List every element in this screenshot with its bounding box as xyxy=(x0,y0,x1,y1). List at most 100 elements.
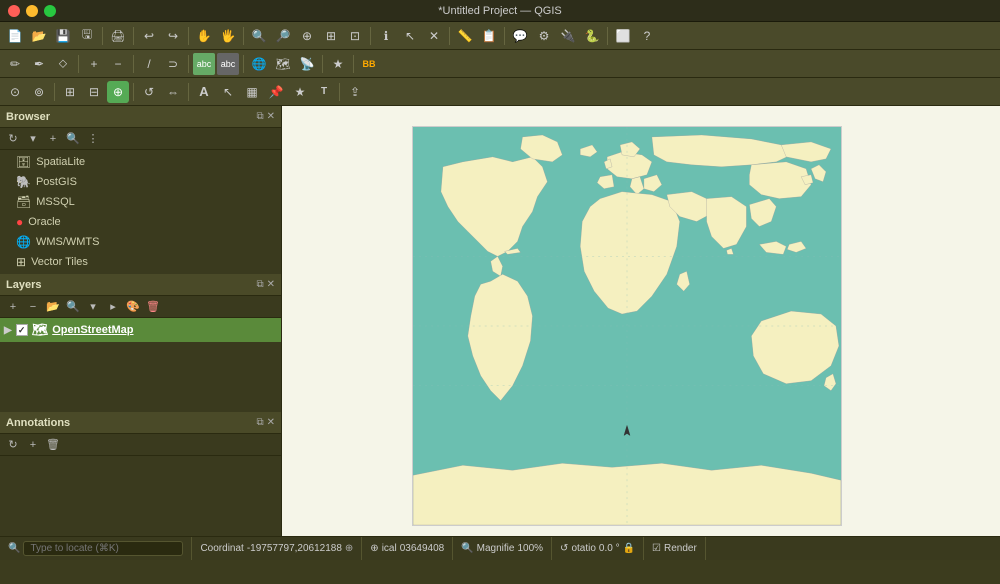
browser-item-mssql[interactable]: 🗃 MSSQL xyxy=(0,192,281,212)
close-button[interactable] xyxy=(8,5,20,17)
open-project-button[interactable]: 📂 xyxy=(28,25,50,47)
pan-button[interactable]: ✋ xyxy=(193,25,215,47)
layers-float-button[interactable]: ⧉ xyxy=(256,279,263,290)
wms-button[interactable]: 🌐 xyxy=(248,53,270,75)
map-area[interactable] xyxy=(282,106,1000,536)
snap4-button[interactable]: ⊟ xyxy=(83,81,105,103)
print-button[interactable]: 🖨 xyxy=(107,25,129,47)
new-project-button[interactable]: 📄 xyxy=(4,25,26,47)
snap3-button[interactable]: ⊞ xyxy=(59,81,81,103)
label-button[interactable]: abc xyxy=(193,53,215,75)
map-tips-button[interactable]: 💬 xyxy=(509,25,531,47)
layers-open-button[interactable]: 📂 xyxy=(44,298,62,316)
browser-item-oracle[interactable]: ● Oracle xyxy=(0,212,281,232)
zoom-out-button[interactable]: 🔎 xyxy=(272,25,294,47)
browser-collapse-button[interactable]: ▾ xyxy=(24,130,42,148)
render-checkbox[interactable]: ☑ xyxy=(652,543,661,554)
zoom-full-button[interactable]: ⊕ xyxy=(296,25,318,47)
delete-feature-button[interactable]: − xyxy=(107,53,129,75)
browser-add-button[interactable]: + xyxy=(44,130,62,148)
annotations-add-button[interactable]: + xyxy=(24,436,42,454)
annotations-toolbar: ↻ + 🗑 xyxy=(0,434,281,456)
measure-button[interactable]: 📏 xyxy=(454,25,476,47)
pin-button[interactable]: 📌 xyxy=(265,81,287,103)
add-feature-button[interactable]: + xyxy=(83,53,105,75)
separator xyxy=(504,27,505,45)
layer-openstreetmap[interactable]: ▶ ✓ 🗺 OpenStreetMap xyxy=(0,318,281,342)
coordinate-copy-icon[interactable]: ⊕ xyxy=(345,543,353,554)
minimize-button[interactable] xyxy=(26,5,38,17)
attributes-button[interactable]: 📋 xyxy=(478,25,500,47)
snap1-button[interactable]: ⊙ xyxy=(4,81,26,103)
browser-filter-button[interactable]: 🔍 xyxy=(64,130,82,148)
zoom-layer-button[interactable]: ⊡ xyxy=(344,25,366,47)
wcs-button[interactable]: 📡 xyxy=(296,53,318,75)
zoom-selection-button[interactable]: ⊞ xyxy=(320,25,342,47)
undo-button[interactable]: ↩ xyxy=(138,25,160,47)
select2-button[interactable]: ▦ xyxy=(241,81,263,103)
annotations-refresh-button[interactable]: ↻ xyxy=(4,436,22,454)
maximize-button[interactable] xyxy=(44,5,56,17)
wfs-button[interactable]: 🗺 xyxy=(272,53,294,75)
browser-refresh-button[interactable]: ↻ xyxy=(4,130,22,148)
zoom-in-button[interactable]: 🔍 xyxy=(248,25,270,47)
python-button[interactable]: 🐍 xyxy=(581,25,603,47)
separator xyxy=(133,55,134,73)
layers-remove-button[interactable]: − xyxy=(24,298,42,316)
locate-input[interactable] xyxy=(23,541,183,556)
rotate-button[interactable]: ↺ xyxy=(138,81,160,103)
snap2-button[interactable]: ⊚ xyxy=(28,81,50,103)
browser-options-button[interactable]: ⋮ xyxy=(84,130,102,148)
browser-float-button[interactable]: ⧉ xyxy=(256,111,263,122)
select-button[interactable]: ↖ xyxy=(399,25,421,47)
label3-button[interactable]: T xyxy=(313,81,335,103)
save-project-button[interactable]: 💾 xyxy=(52,25,74,47)
coordinate-value: -19757797,20612188 xyxy=(247,543,342,554)
save-as-button[interactable]: 🖫 xyxy=(76,25,98,47)
symbol-button[interactable]: ★ xyxy=(327,53,349,75)
spatialite-icon: 🗄 xyxy=(16,155,31,169)
annotations-float-button[interactable]: ⧉ xyxy=(256,417,263,428)
layers-close-button[interactable]: ✕ xyxy=(267,279,275,290)
separator xyxy=(243,55,244,73)
annotations-delete-button[interactable]: 🗑 xyxy=(44,436,62,454)
help-button[interactable]: ? xyxy=(636,25,658,47)
split-button[interactable]: / xyxy=(138,53,160,75)
text-button[interactable]: A xyxy=(193,81,215,103)
layers-collapse-button[interactable]: ▾ xyxy=(84,298,102,316)
browser-title: Browser xyxy=(6,111,50,123)
layers-expand-button[interactable]: ▸ xyxy=(104,298,122,316)
layers-style-button[interactable]: 🎨 xyxy=(124,298,142,316)
deselect-button[interactable]: ✕ xyxy=(423,25,445,47)
layer-visibility-checkbox[interactable]: ✓ xyxy=(16,324,28,336)
browser-item-vectortiles[interactable]: ⊞ Vector Tiles xyxy=(0,252,281,272)
layers-add-button[interactable]: + xyxy=(4,298,22,316)
label2-button[interactable]: abc xyxy=(217,53,239,75)
python2-button[interactable]: BB xyxy=(358,53,380,75)
pan-map-button[interactable]: 🖐 xyxy=(217,25,239,47)
annotations-empty-space xyxy=(0,456,281,536)
browser-item-spatialite[interactable]: 🗄 SpatiaLite xyxy=(0,152,281,172)
redo-button[interactable]: ↪ xyxy=(162,25,184,47)
scale-button[interactable]: ⇔ xyxy=(162,81,184,103)
map-canvas[interactable] xyxy=(412,126,842,526)
browser-close-button[interactable]: ✕ xyxy=(267,111,275,122)
browser-item-postgis[interactable]: 🐘 PostGIS xyxy=(0,172,281,192)
snap5-button[interactable]: ⊕ xyxy=(107,81,129,103)
layers-delete-button[interactable]: 🗑 xyxy=(144,298,162,316)
plugins-button[interactable]: 🔌 xyxy=(557,25,579,47)
annotations-close-button[interactable]: ✕ xyxy=(267,417,275,428)
bookmark-button[interactable]: ★ xyxy=(289,81,311,103)
merge-button[interactable]: ⊃ xyxy=(162,53,184,75)
layers-filter-button[interactable]: 🔍 xyxy=(64,298,82,316)
browser-item-wms[interactable]: 🌐 WMS/WMTS xyxy=(0,232,281,252)
settings-button[interactable]: ⚙ xyxy=(533,25,555,47)
edit-button[interactable]: ✒ xyxy=(28,53,50,75)
digitize-button[interactable]: ✏ xyxy=(4,53,26,75)
tile-button[interactable]: ⬜ xyxy=(612,25,634,47)
rotation-lock-icon[interactable]: 🔒 xyxy=(623,543,635,554)
node-button[interactable]: ⬦ xyxy=(52,53,74,75)
identify-button[interactable]: ℹ xyxy=(375,25,397,47)
cursor-button[interactable]: ↖ xyxy=(217,81,239,103)
share-button[interactable]: ⇪ xyxy=(344,81,366,103)
